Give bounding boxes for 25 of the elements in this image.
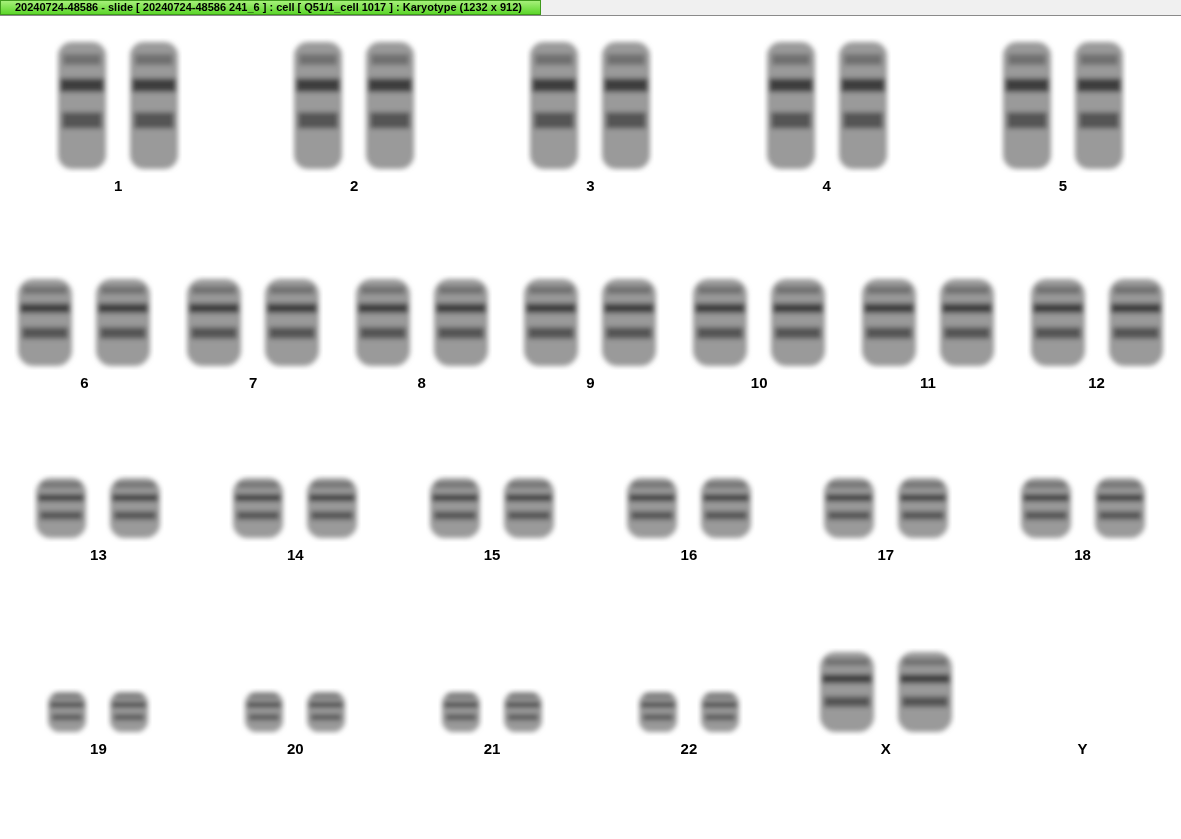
chromosome-label: 22 bbox=[680, 740, 698, 758]
chromosome-label: 18 bbox=[1074, 546, 1091, 564]
chromosome-label: 15 bbox=[483, 546, 501, 564]
chromosome-label: 13 bbox=[90, 546, 107, 564]
chromosome-label: 16 bbox=[680, 546, 698, 564]
chromosome-label: 21 bbox=[483, 740, 501, 758]
chromosome-label: 20 bbox=[286, 740, 304, 758]
chromosome-label: 1 bbox=[113, 177, 123, 195]
chromosome-label: 5 bbox=[1058, 177, 1068, 195]
chromosome-label: 2 bbox=[350, 177, 359, 195]
chromosome-label: 12 bbox=[1088, 374, 1105, 392]
chromosome-label: 7 bbox=[248, 374, 258, 392]
chromosome-label: 19 bbox=[90, 740, 107, 758]
chromosome-label: 14 bbox=[286, 546, 304, 564]
chromosome-label: 9 bbox=[586, 374, 595, 392]
chromosome-label: X bbox=[880, 740, 891, 758]
chromosome-label: Y bbox=[1077, 740, 1088, 758]
chromosome-label: 6 bbox=[80, 374, 89, 392]
chromosome-label: 10 bbox=[750, 374, 768, 392]
chromosome-label: 4 bbox=[822, 177, 831, 195]
window-title: 20240724-48586 - slide [ 20240724-48586 241_6 ] : cell [ Q51/1_cell 1017 ] : Karyotype (1232 x 912) bbox=[0, 0, 541, 15]
chromosome-label: 8 bbox=[417, 374, 426, 392]
chromosome-label: 11 bbox=[920, 374, 936, 392]
chromosome-label: 3 bbox=[586, 177, 595, 195]
chromosome-label: 17 bbox=[877, 546, 895, 564]
